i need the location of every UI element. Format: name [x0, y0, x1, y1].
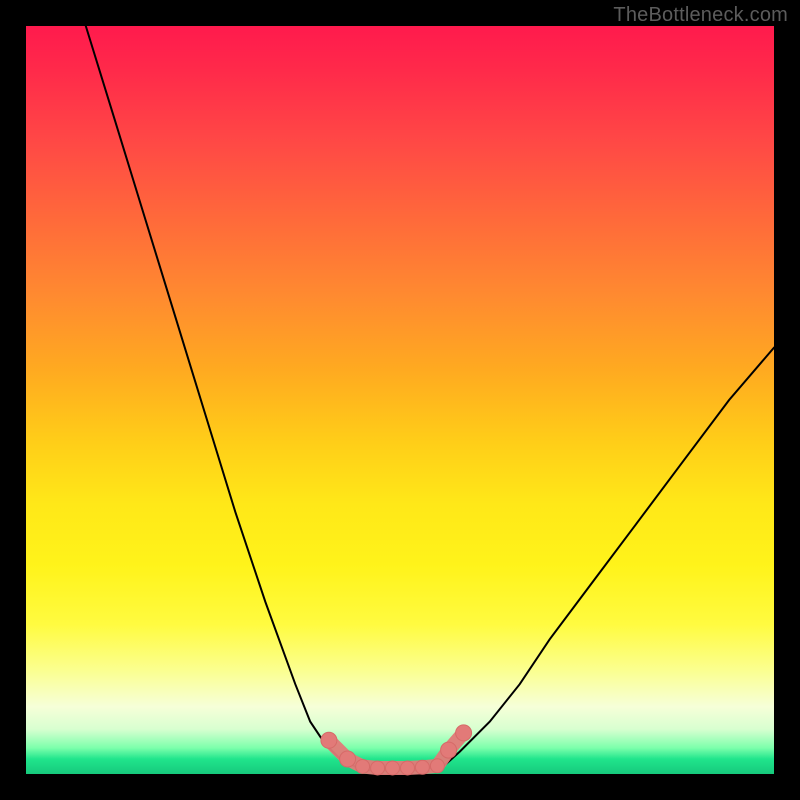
- valley-marker-dot: [430, 759, 444, 773]
- valley-marker-dot: [415, 760, 429, 774]
- chart-frame: TheBottleneck.com: [0, 0, 800, 800]
- valley-marker-dot: [340, 751, 356, 767]
- curve-left-branch: [86, 26, 355, 767]
- valley-marker-dot: [401, 761, 415, 775]
- chart-svg: [26, 26, 774, 774]
- watermark-text: TheBottleneck.com: [613, 4, 788, 27]
- valley-marker-dot: [371, 761, 385, 775]
- valley-marker-dot: [456, 725, 472, 741]
- valley-marker-dot: [386, 761, 400, 775]
- valley-marker-dot: [321, 732, 337, 748]
- valley-marker-dot: [441, 742, 457, 758]
- curve-right-branch: [445, 348, 774, 765]
- valley-marker-dot: [356, 760, 370, 774]
